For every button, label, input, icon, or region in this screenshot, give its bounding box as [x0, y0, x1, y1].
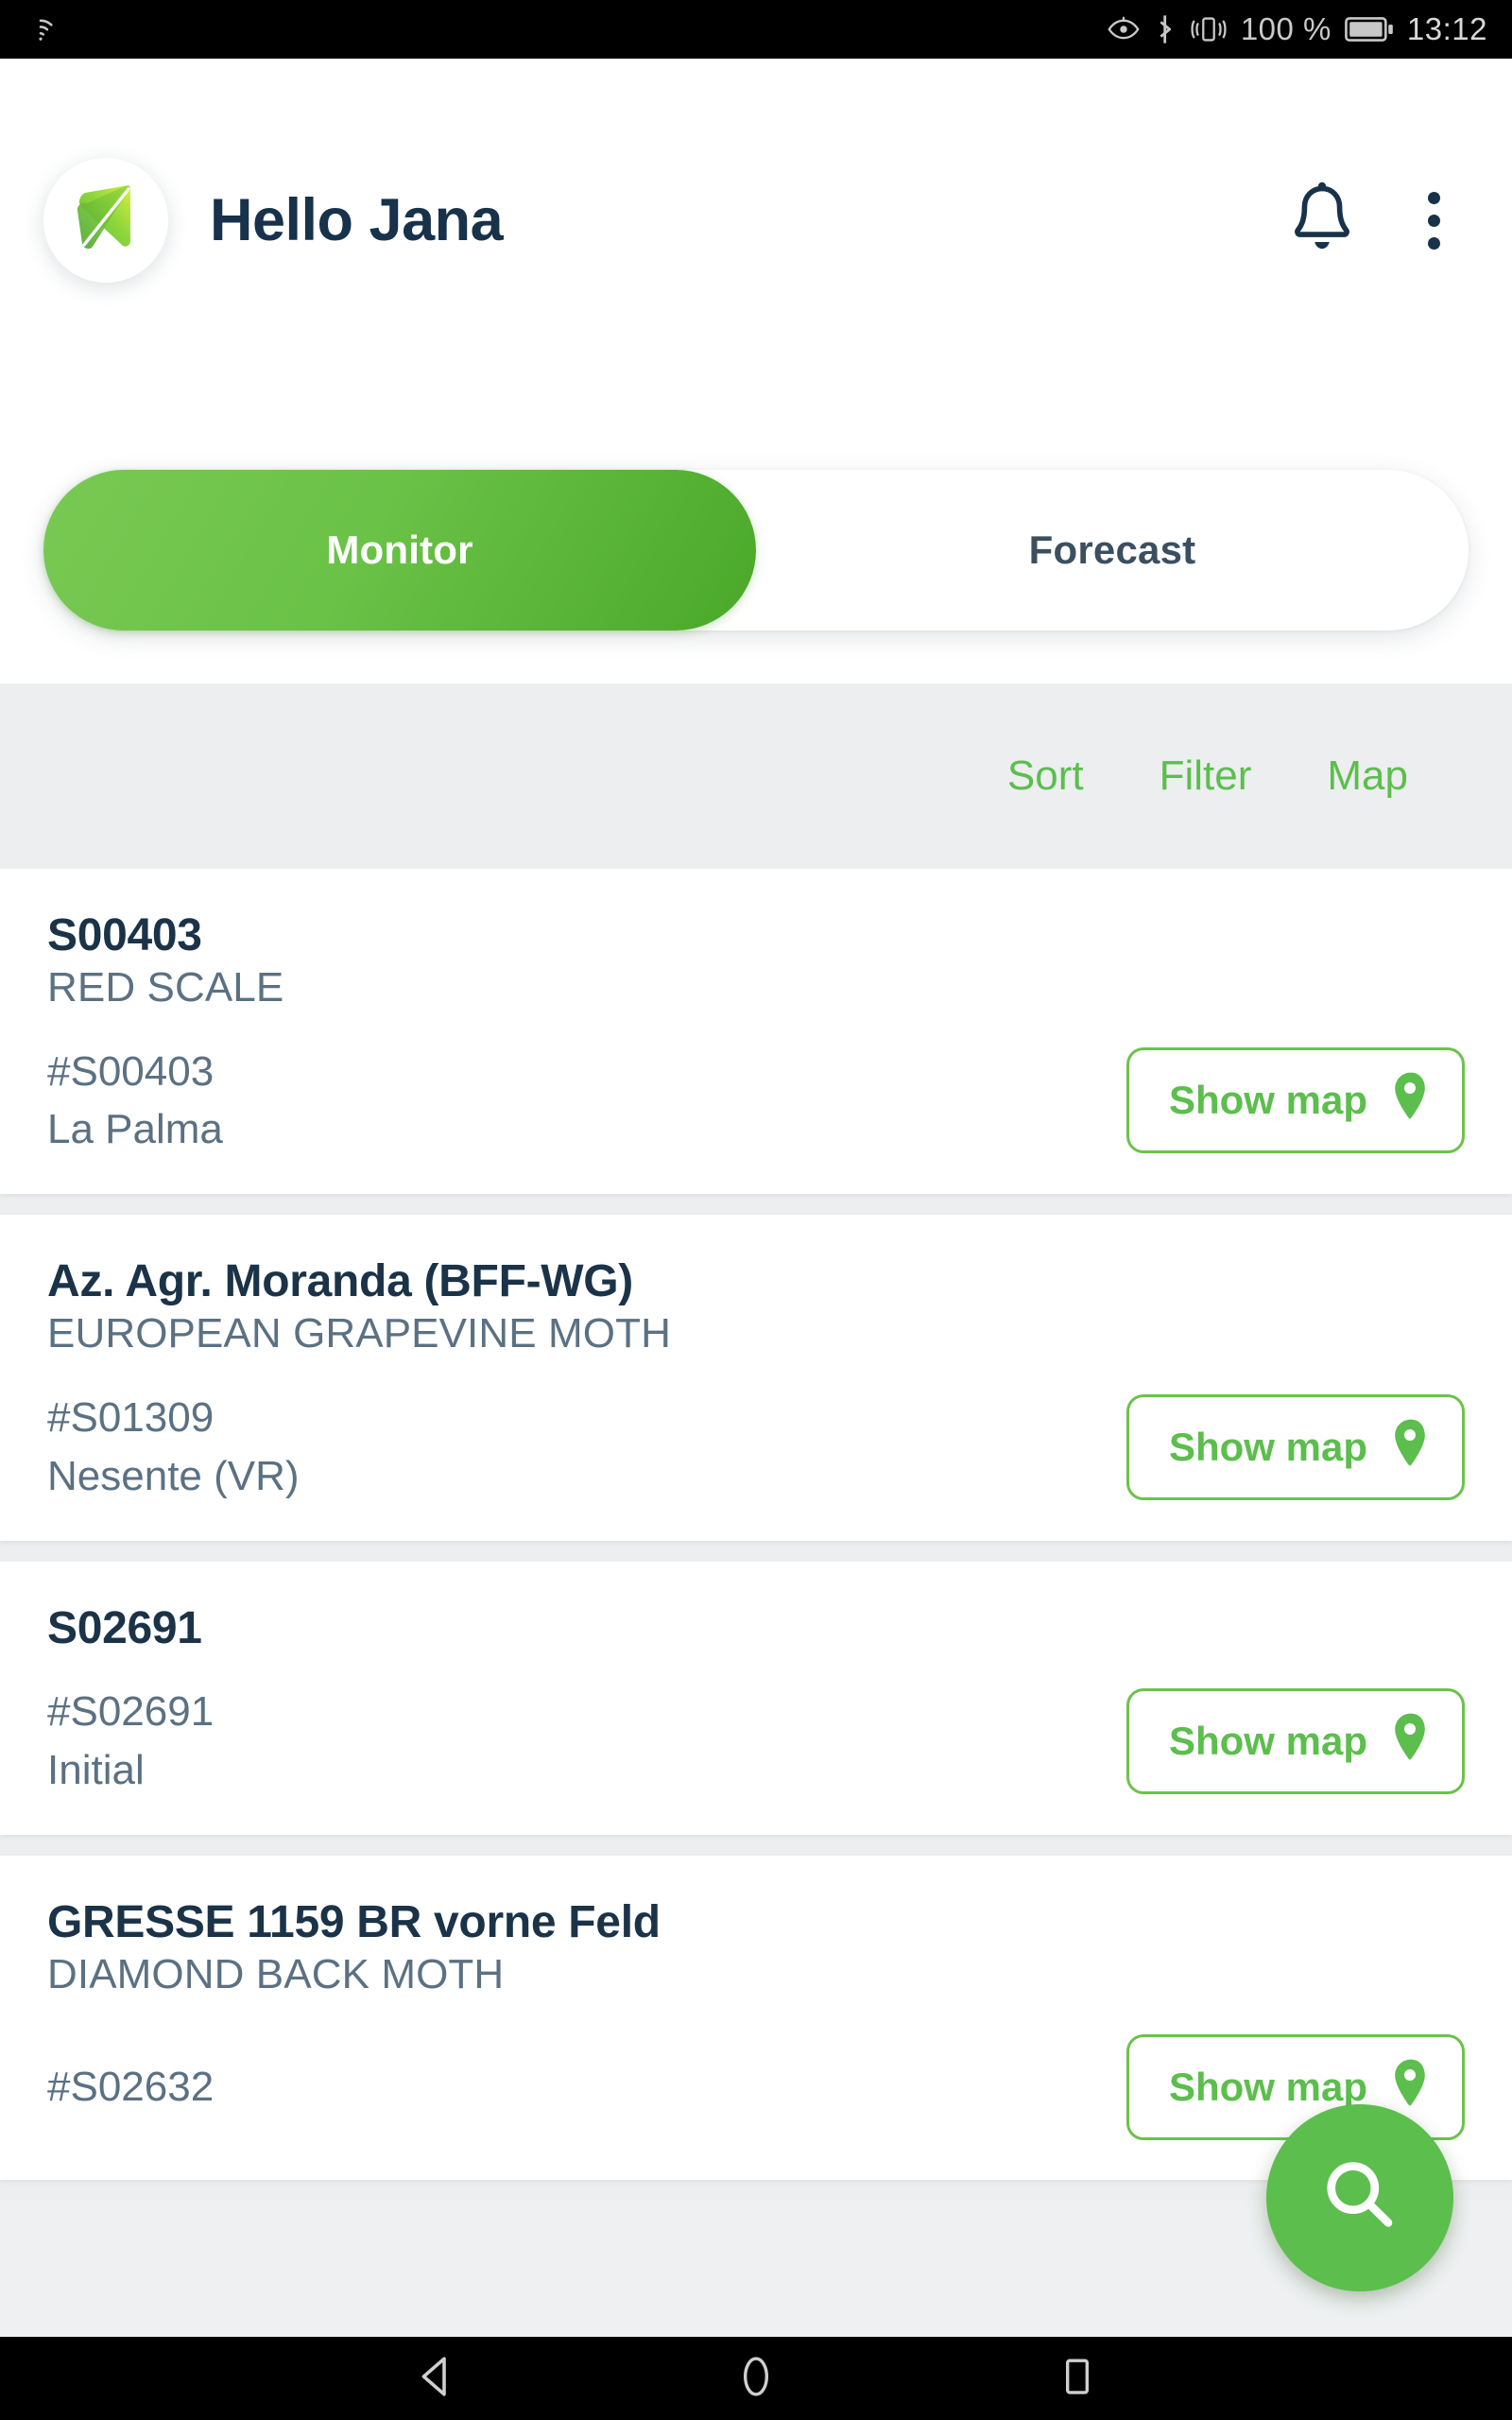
app-header: Hello Jana	[0, 59, 1512, 470]
card-meta: #S01309 Nesente (VR)	[47, 1393, 300, 1501]
card-title: Az. Agr. Moranda (BFF-WG)	[47, 1256, 633, 1307]
show-map-label: Show map	[1168, 2064, 1367, 2109]
status-bar-clock: 13:12	[1406, 11, 1487, 46]
leaf-logo-icon	[66, 179, 146, 263]
list-item[interactable]: S00403 RED SCALE #S00403 La Palma Show m…	[0, 869, 1512, 1195]
list-item[interactable]: GRESSE 1159 BR vorne Feld DIAMOND BACK M…	[0, 1856, 1512, 2180]
nav-back-button[interactable]	[274, 2354, 595, 2404]
eye-comfort-icon	[1107, 15, 1141, 43]
card-meta: #S02632	[47, 2063, 214, 2112]
tab-forecast[interactable]: Forecast	[756, 470, 1469, 631]
status-bar: 100 % 13:12	[0, 0, 1512, 59]
overflow-menu-button[interactable]	[1413, 184, 1455, 257]
view-mode-tabs: Monitor Forecast	[43, 470, 1469, 631]
card-meta: #S02691 Initial	[47, 1687, 214, 1795]
app-screen: 100 % 13:12 Hello Jana Monitor Forecast …	[0, 0, 1512, 2420]
card-location: Initial	[47, 1747, 145, 1794]
nav-recents-button[interactable]	[917, 2356, 1238, 2402]
card-meta: #S00403 La Palma	[47, 1047, 223, 1155]
sort-button[interactable]: Sort	[970, 752, 1122, 800]
show-map-button[interactable]: Show map	[1125, 1393, 1465, 1500]
card-id: #S00403	[47, 1047, 215, 1095]
list-item[interactable]: S02691 #S02691 Initial Show map	[0, 1561, 1512, 1836]
battery-full-icon	[1345, 15, 1394, 43]
card-location: Nesente (VR)	[47, 1452, 300, 1499]
battery-percent: 100 %	[1240, 11, 1332, 46]
card-body: #S01309 Nesente (VR) Show map	[47, 1393, 1465, 1501]
search-fab[interactable]	[1266, 2104, 1453, 2291]
header-actions	[1286, 180, 1469, 262]
more-vertical-icon	[1428, 191, 1440, 250]
card-title: GRESSE 1159 BR vorne Feld	[47, 1897, 661, 1948]
show-map-button[interactable]: Show map	[1125, 1688, 1465, 1795]
nav-home-button[interactable]	[595, 2354, 917, 2404]
card-title: S02691	[47, 1602, 202, 1653]
card-id: #S02632	[47, 2063, 215, 2110]
show-map-label: Show map	[1168, 1424, 1367, 1469]
home-circle-icon	[740, 2354, 772, 2404]
bluetooth-icon	[1154, 13, 1177, 45]
card-subtitle: RED SCALE	[47, 963, 284, 1011]
card-subtitle: DIAMOND BACK MOTH	[47, 1951, 505, 1998]
card-body: #S02632 Show map	[47, 2033, 1465, 2140]
card-subtitle: EUROPEAN GRAPEVINE MOTH	[47, 1310, 671, 1357]
list-action-bar: Sort Filter Map	[0, 683, 1512, 869]
map-button[interactable]: Map	[1289, 752, 1446, 800]
card-location: La Palma	[47, 1106, 223, 1153]
wifi-icon	[25, 13, 57, 45]
filter-button[interactable]: Filter	[1122, 752, 1290, 800]
recents-square-icon	[1063, 2356, 1091, 2402]
page-title: Hello Jana	[210, 186, 504, 253]
list-item[interactable]: Az. Agr. Moranda (BFF-WG) EUROPEAN GRAPE…	[0, 1215, 1512, 1541]
map-pin-icon	[1392, 1418, 1430, 1477]
tabs-zone: Monitor Forecast	[0, 470, 1512, 683]
show-map-label: Show map	[1168, 1719, 1367, 1764]
card-body: #S02691 Initial Show map	[47, 1687, 1465, 1795]
card-body: #S00403 La Palma Show map	[47, 1047, 1465, 1155]
bell-icon	[1286, 180, 1358, 262]
status-bar-right: 100 % 13:12	[1107, 11, 1487, 47]
show-map-button[interactable]: Show map	[1125, 1047, 1465, 1154]
header-row: Hello Jana	[0, 158, 1512, 283]
search-icon	[1314, 2151, 1405, 2246]
back-triangle-icon	[414, 2354, 455, 2404]
map-pin-icon	[1392, 1712, 1430, 1771]
app-logo	[43, 158, 168, 283]
card-title: S00403	[47, 910, 202, 960]
monitor-list: S00403 RED SCALE #S00403 La Palma Show m…	[0, 869, 1512, 2201]
tab-monitor[interactable]: Monitor	[43, 470, 756, 631]
status-bar-left	[25, 13, 57, 45]
vibrate-icon	[1190, 14, 1228, 44]
map-pin-icon	[1392, 2058, 1430, 2117]
notifications-button[interactable]	[1286, 180, 1358, 262]
map-pin-icon	[1392, 1071, 1430, 1130]
card-id: #S01309	[47, 1393, 215, 1441]
android-nav-bar	[0, 2337, 1512, 2420]
show-map-label: Show map	[1168, 1078, 1367, 1123]
card-id: #S02691	[47, 1688, 215, 1736]
